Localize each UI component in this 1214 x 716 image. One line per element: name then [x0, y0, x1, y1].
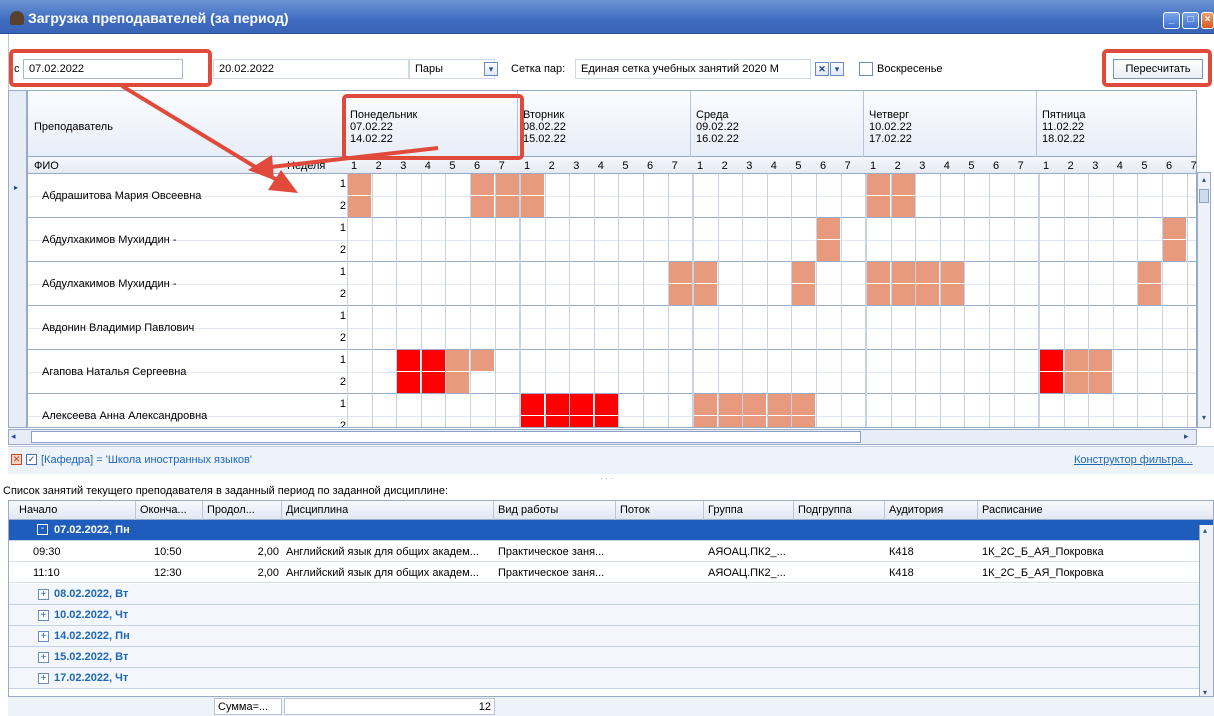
filter-enabled-checkbox[interactable]: ✓ [26, 454, 37, 465]
collapse-icon[interactable]: - [37, 524, 48, 535]
filter-bar: ✕ ✓ [Кафедра] = 'Школа иностранных языко… [8, 446, 1214, 474]
group-row[interactable]: +14.02.2022, Пн [9, 626, 1213, 647]
lower-caption: Список занятий текущего преподавателя в … [3, 485, 449, 497]
scroll-thumb[interactable] [31, 431, 861, 443]
lesson-cell: 2,00 [257, 546, 279, 558]
lesson-cell: Практическое заня... [498, 546, 605, 558]
expand-icon[interactable]: + [38, 610, 49, 621]
lesson-cell: К418 [889, 546, 914, 558]
lessons-grid: Начало Оконча... Продол... Дисциплина Вид ра… [8, 500, 1214, 716]
expand-icon[interactable]: + [38, 673, 49, 684]
lessons-vertical-scrollbar[interactable]: ▴ ▾ [1199, 525, 1213, 705]
column-header[interactable]: Начало [19, 504, 57, 516]
expand-icon[interactable]: + [38, 652, 49, 663]
chevron-up-icon[interactable]: ▴ [1203, 526, 1207, 535]
column-header[interactable]: Группа [708, 504, 743, 516]
group-row[interactable]: +15.02.2022, Вт [9, 647, 1213, 668]
column-header[interactable]: Вид работы [498, 504, 558, 516]
lesson-row[interactable]: 09:30 10:50 2,00 Английский язык для общих … [9, 542, 1213, 562]
filter-text[interactable]: [Кафедра] = 'Школа иностранных языков' [41, 454, 252, 466]
lesson-cell: АЯОАЦ.ПК2_... [708, 546, 786, 558]
chevron-left-icon[interactable]: ◂ [11, 431, 16, 442]
group-row[interactable]: +08.02.2022, Вт [9, 584, 1213, 605]
lesson-cell: Практическое заня... [498, 567, 605, 579]
lessons-header: Начало Оконча... Продол... Дисциплина Вид ра… [9, 501, 1213, 520]
lesson-row[interactable]: 11:10 12:30 2,00 Английский язык для общих … [9, 563, 1213, 583]
column-header[interactable]: Расписание [982, 504, 1043, 516]
group-label: 10.02.2022, Чт [54, 609, 129, 621]
scroll-thumb[interactable] [1199, 189, 1209, 203]
column-header[interactable]: Оконча... [140, 504, 187, 516]
group-label: 15.02.2022, Вт [54, 651, 129, 663]
chevron-down-icon[interactable]: ▾ [1199, 413, 1209, 423]
expand-icon[interactable]: + [38, 589, 49, 600]
grid-vertical-scrollbar[interactable]: ▴ ▾ [1197, 172, 1211, 428]
lesson-cell: К418 [889, 567, 914, 579]
chevron-right-icon[interactable]: ▸ [1184, 431, 1189, 442]
group-label: 08.02.2022, Вт [54, 588, 129, 600]
lesson-cell: 1К_2С_Б_АЯ_Покровка [982, 546, 1104, 558]
group-row[interactable]: +10.02.2022, Чт [9, 605, 1213, 626]
lesson-cell: Английский язык для общих академ... [286, 567, 479, 579]
column-header[interactable]: Поток [620, 504, 650, 516]
lesson-cell: 1К_2С_Б_АЯ_Покровка [982, 567, 1104, 579]
group-row[interactable]: +17.02.2022, Чт [9, 668, 1213, 689]
lessons-footer: Сумма=... 12 [8, 696, 1214, 716]
column-header[interactable]: Продол... [207, 504, 255, 516]
sum-value: 12 [284, 698, 495, 715]
lesson-cell: 2,00 [257, 567, 279, 579]
group-label: 14.02.2022, Пн [54, 630, 130, 642]
lesson-cell: АЯОАЦ.ПК2_... [708, 567, 786, 579]
group-label: 17.02.2022, Чт [54, 672, 129, 684]
grid-horizontal-scrollbar[interactable]: ◂ ▸ [8, 429, 1197, 445]
chevron-up-icon[interactable]: ▴ [1199, 175, 1209, 185]
lesson-cell: Английский язык для общих академ... [286, 546, 479, 558]
column-header[interactable]: Подгруппа [798, 504, 852, 516]
group-row-expanded[interactable]: - 07.02.2022, Пн [9, 520, 1213, 541]
column-header[interactable]: Дисциплина [286, 504, 348, 516]
remove-filter-icon[interactable]: ✕ [11, 454, 22, 465]
group-label: 07.02.2022, Пн [54, 524, 130, 536]
expand-icon[interactable]: + [38, 631, 49, 642]
splitter-grip[interactable]: · · · [600, 474, 612, 483]
column-header[interactable]: Аудитория [889, 504, 943, 516]
sum-label: Сумма=... [214, 698, 282, 715]
filter-builder-link[interactable]: Конструктор фильтра... [1074, 454, 1193, 466]
